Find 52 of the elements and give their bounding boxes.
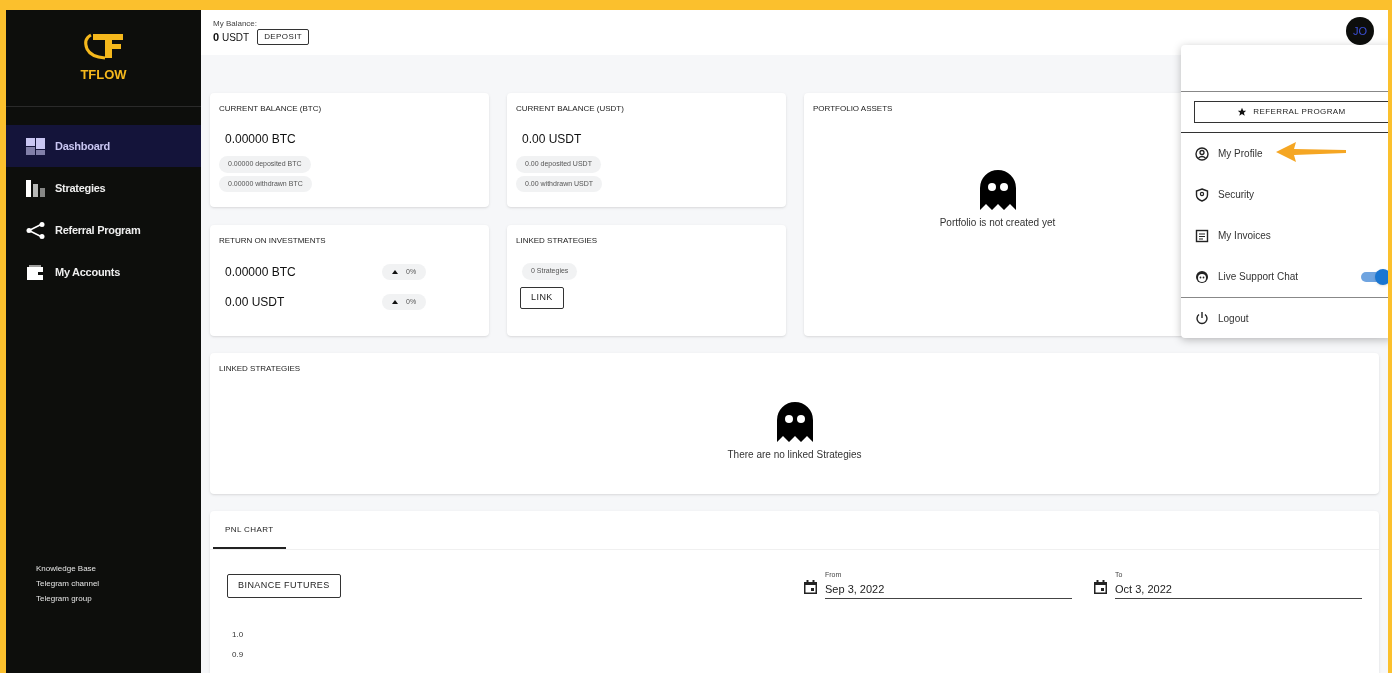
card-title: PORTFOLIO ASSETS bbox=[813, 103, 893, 115]
footer-link[interactable]: Knowledge Base bbox=[36, 563, 201, 575]
footer-link[interactable]: Telegram group bbox=[36, 593, 201, 605]
calendar-icon bbox=[1094, 580, 1107, 594]
link-button[interactable]: LINK bbox=[520, 287, 564, 309]
roi-amount: 0.00000 BTC bbox=[225, 264, 297, 281]
empty-message: There are no linked Strategies bbox=[727, 448, 862, 462]
annotation-arrow bbox=[1276, 140, 1346, 164]
axis-label: 1.0 bbox=[232, 629, 245, 641]
power-icon bbox=[1195, 311, 1209, 325]
user-circle-icon bbox=[1195, 146, 1209, 161]
share-icon bbox=[26, 221, 45, 239]
menu-item[interactable]: Live Support Chat bbox=[1195, 269, 1299, 284]
nav-item[interactable]: Dashboard bbox=[6, 125, 201, 167]
toggle-switch[interactable] bbox=[1361, 271, 1388, 282]
menu-item[interactable]: My Profile bbox=[1195, 146, 1263, 161]
shield-icon bbox=[1195, 187, 1209, 202]
calendar-icon bbox=[804, 580, 817, 594]
up-triangle-icon bbox=[392, 270, 398, 274]
dashboard-icon bbox=[26, 137, 45, 155]
card-title: CURRENT BALANCE (USDT) bbox=[516, 103, 624, 115]
ghost-icon bbox=[979, 170, 1016, 210]
card-title: CURRENT BALANCE (BTC) bbox=[219, 103, 322, 115]
referral-program-button[interactable]: REFERRAL PROGRAM bbox=[1194, 101, 1388, 123]
axis-label: 0.9 bbox=[232, 649, 245, 661]
face-icon bbox=[1195, 269, 1209, 284]
bar-chart-icon bbox=[26, 179, 45, 197]
menu-item[interactable]: Logout bbox=[1195, 310, 1249, 326]
balance-value: 0 USDT bbox=[213, 30, 250, 45]
logo-text: TFLOW bbox=[80, 66, 127, 85]
ghost-icon bbox=[776, 402, 813, 442]
nav-item[interactable]: Referral Program bbox=[6, 209, 201, 251]
document-icon bbox=[1195, 228, 1209, 243]
chart-tab[interactable]: PNL CHART bbox=[213, 511, 286, 549]
star-icon bbox=[1237, 107, 1248, 117]
card-title: LINKED STRATEGIES bbox=[219, 363, 302, 375]
menu-item[interactable]: My Invoices bbox=[1195, 228, 1271, 243]
nav-item[interactable]: My Accounts bbox=[6, 251, 201, 293]
deposit-button[interactable]: DEPOSIT bbox=[257, 29, 310, 46]
nav-item[interactable]: Strategies bbox=[6, 167, 201, 209]
card-title: RETURN ON INVESTMENTS bbox=[219, 235, 327, 247]
wallet-icon bbox=[26, 263, 45, 281]
balance-amount: 0.00000 BTC bbox=[225, 131, 296, 148]
balance-amount: 0.00 USDT bbox=[522, 131, 582, 148]
roi-amount: 0.00 USDT bbox=[225, 294, 286, 311]
footer-link[interactable]: Telegram channel bbox=[36, 578, 201, 590]
card-title: LINKED STRATEGIES bbox=[516, 235, 599, 247]
exchange-button[interactable]: BINANCE FUTURES bbox=[227, 574, 341, 598]
up-triangle-icon bbox=[392, 300, 398, 304]
menu-item[interactable]: Security bbox=[1195, 187, 1255, 202]
balance-label: My Balance: bbox=[213, 19, 259, 29]
empty-message: Portfolio is not created yet bbox=[939, 216, 1056, 230]
